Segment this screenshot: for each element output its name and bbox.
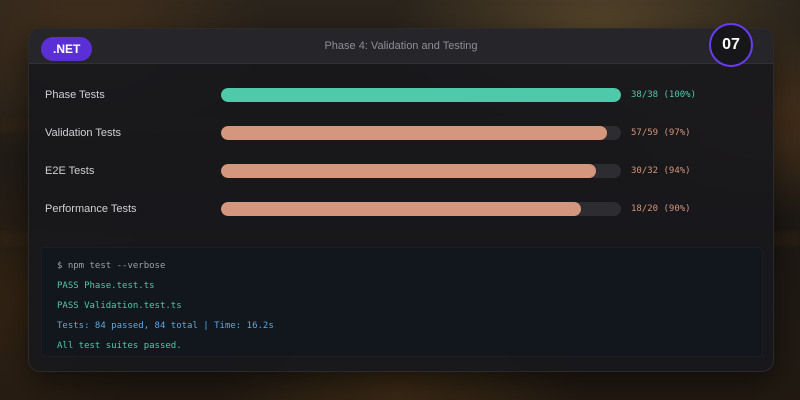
progress-fill: [221, 164, 596, 178]
progress-track: [221, 126, 621, 140]
progress-track: [221, 202, 621, 216]
test-row-phase: Phase Tests 38/38 (100%): [29, 85, 773, 105]
test-row-e2e: E2E Tests 30/32 (94%): [29, 161, 773, 181]
step-number-badge: 07: [709, 23, 753, 67]
test-row-validation: Validation Tests 57/59 (97%): [29, 123, 773, 143]
test-label: E2E Tests: [45, 165, 95, 177]
card-header: Phase 4: Validation and Testing .NET: [29, 29, 773, 64]
terminal-line: PASS Phase.test.ts: [57, 281, 155, 291]
test-label: Performance Tests: [45, 203, 137, 215]
terminal-line: All test suites passed.: [57, 341, 182, 351]
progress-fill: [221, 88, 621, 102]
test-value: 18/20 (90%): [631, 204, 691, 214]
terminal-line: $ npm test --verbose: [57, 261, 166, 271]
phase-title: Phase 4: Validation and Testing: [324, 40, 478, 52]
test-label: Phase Tests: [45, 89, 105, 101]
progress-fill: [221, 126, 607, 140]
progress-fill: [221, 202, 581, 216]
test-value: 30/32 (94%): [631, 166, 691, 176]
dotnet-badge: .NET: [41, 37, 93, 61]
terminal-line: PASS Validation.test.ts: [57, 301, 182, 311]
test-value: 38/38 (100%): [631, 90, 697, 100]
test-row-performance: Performance Tests 18/20 (90%): [29, 199, 773, 219]
test-value: 57/59 (97%): [631, 128, 691, 138]
terminal-output: $ npm test --verbose PASS Phase.test.ts …: [41, 247, 763, 357]
test-results-card: Phase 4: Validation and Testing .NET Pha…: [28, 28, 774, 372]
test-label: Validation Tests: [45, 127, 122, 139]
terminal-line: Tests: 84 passed, 84 total | Time: 16.2s: [57, 321, 274, 331]
progress-track: [221, 164, 621, 178]
progress-track: [221, 88, 621, 102]
